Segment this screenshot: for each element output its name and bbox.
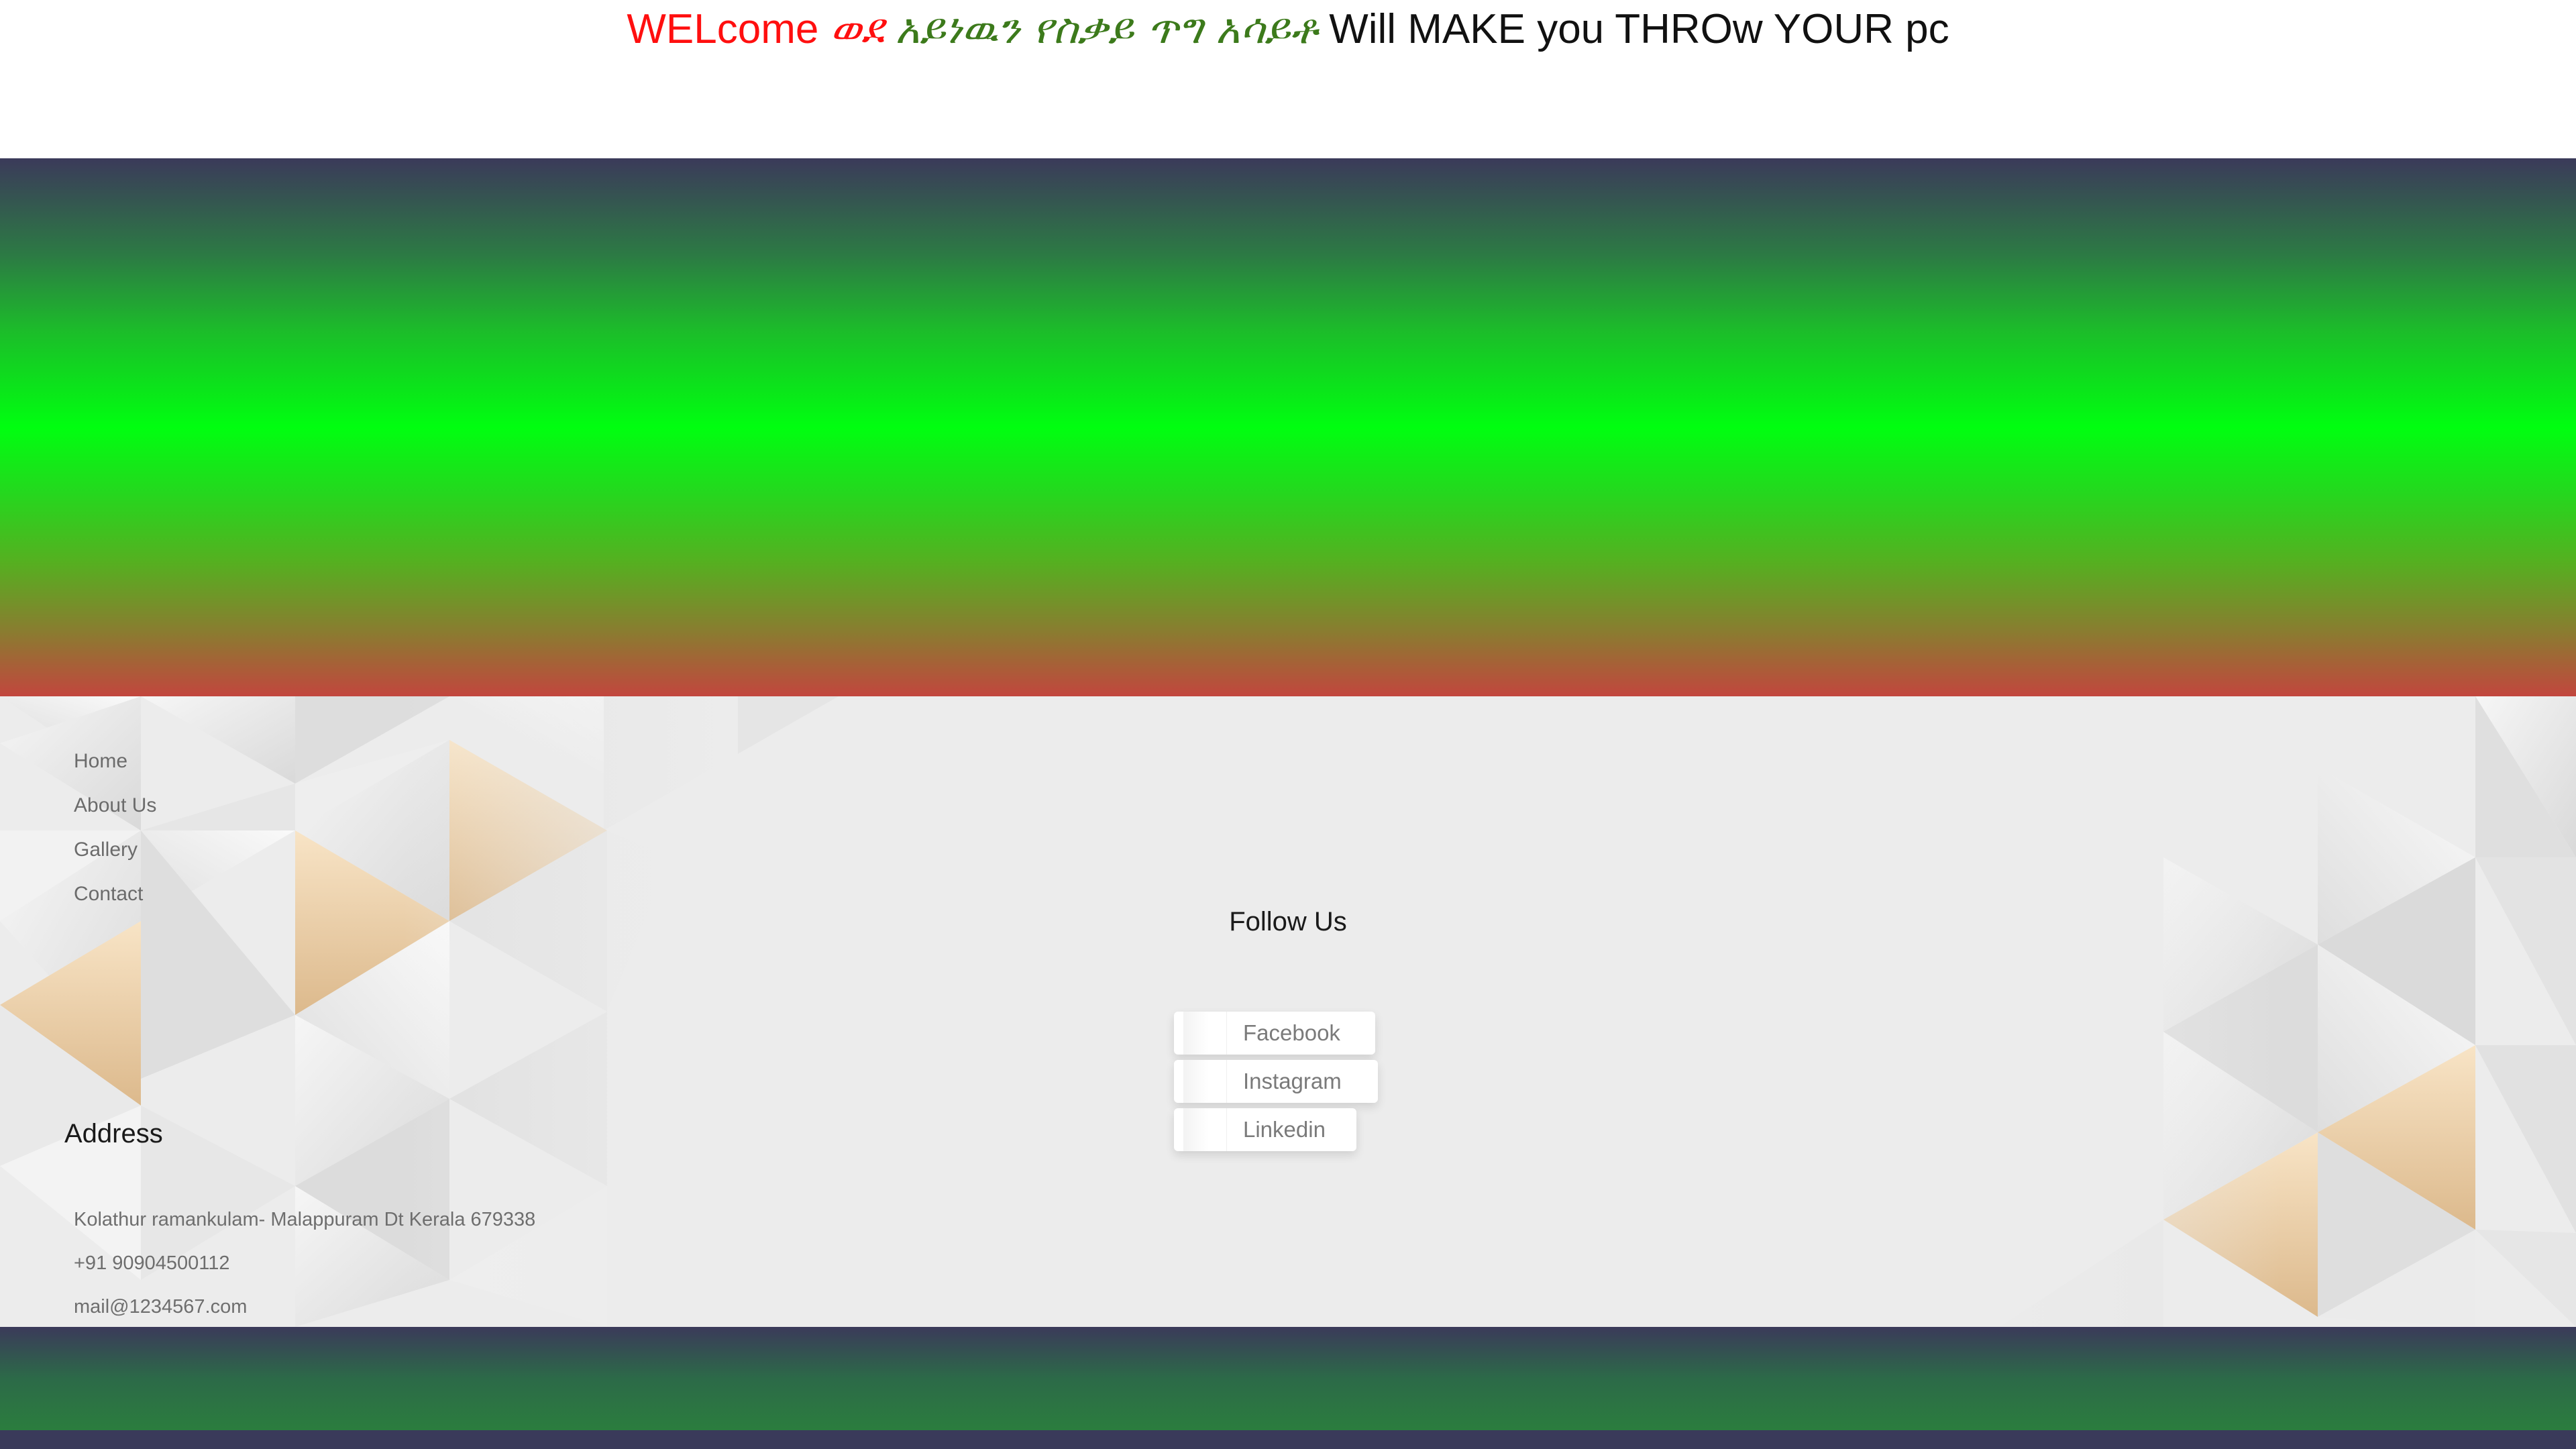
linkedin-link[interactable]: Linkedin bbox=[1174, 1108, 1356, 1151]
header: WELcome ወደ አይነዉን የስቃይ ጥግ አሳይቶ Will MAKE … bbox=[0, 0, 2576, 158]
bottom-strip bbox=[0, 1430, 2576, 1449]
linkedin-icon bbox=[1183, 1108, 1227, 1151]
address-heading: Address bbox=[64, 1119, 163, 1148]
instagram-icon bbox=[1183, 1060, 1227, 1103]
instagram-label: Instagram bbox=[1243, 1069, 1342, 1093]
headline-part-welcome: WELcome bbox=[627, 6, 819, 52]
facebook-icon bbox=[1183, 1012, 1227, 1055]
hero-banner bbox=[0, 158, 2576, 696]
headline-part-amharic: አይነዉን የስቃይ ጥግ አሳይቶ bbox=[895, 4, 1318, 53]
footer: Home About Us Gallery Contact Address Ko… bbox=[0, 696, 2576, 1327]
page: WELcome ወደ አይነዉን የስቃይ ጥግ አሳይቶ Will MAKE … bbox=[0, 0, 2576, 1449]
menu-item-contact[interactable]: Contact bbox=[74, 872, 156, 916]
address-street: Kolathur ramankulam- Malappuram Dt Keral… bbox=[74, 1209, 536, 1230]
facebook-link[interactable]: Facebook bbox=[1174, 1012, 1375, 1055]
address-list: Kolathur ramankulam- Malappuram Dt Keral… bbox=[74, 1198, 535, 1327]
page-title: WELcome ወደ አይነዉን የስቃይ ጥግ አሳይቶ Will MAKE … bbox=[0, 0, 2576, 58]
right-triangle-pattern bbox=[1945, 696, 2576, 1327]
headline-part-english: Will MAKE you THROw YOUR pc bbox=[1329, 6, 1949, 52]
headline-part-wede: ወደ bbox=[830, 4, 884, 53]
instagram-link[interactable]: Instagram bbox=[1174, 1060, 1378, 1103]
menu-item-about-us[interactable]: About Us bbox=[74, 784, 156, 828]
address-phone: +91 90904500112 bbox=[74, 1252, 230, 1274]
menu-item-home[interactable]: Home bbox=[74, 739, 156, 784]
footer-menu: Home About Us Gallery Contact bbox=[74, 739, 156, 916]
follow-us-heading: Follow Us bbox=[1229, 907, 1347, 936]
address-email: mail@1234567.com bbox=[74, 1296, 248, 1318]
bottom-gradient-band bbox=[0, 1327, 2576, 1430]
follow-us-section: Follow Us Facebook Instagram Linkedin bbox=[1174, 907, 1402, 1151]
menu-item-gallery[interactable]: Gallery bbox=[74, 828, 156, 872]
facebook-label: Facebook bbox=[1243, 1020, 1340, 1045]
linkedin-label: Linkedin bbox=[1243, 1117, 1326, 1142]
